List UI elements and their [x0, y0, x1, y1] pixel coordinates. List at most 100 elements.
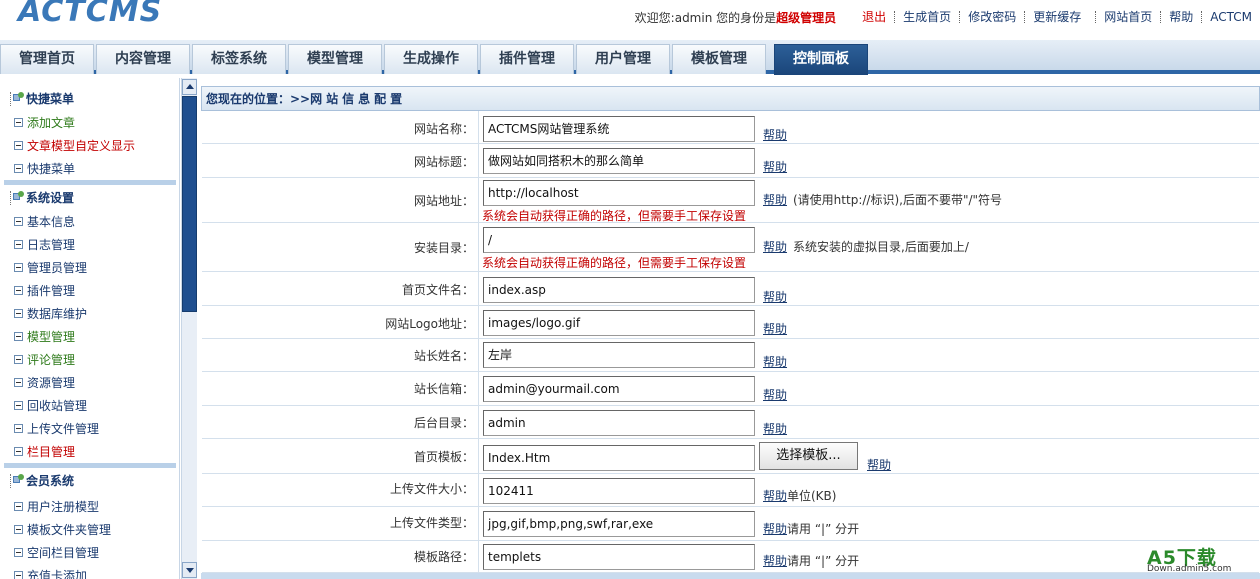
sidebar-item-admins[interactable]: 管理员管理: [14, 259, 87, 276]
change-password-link[interactable]: 修改密码: [959, 11, 1024, 23]
minus-box-icon: [14, 378, 23, 387]
help-link[interactable]: 帮助: [1160, 11, 1201, 23]
sidebar-item-resources[interactable]: 资源管理: [14, 374, 75, 391]
sidebar-item-recycle-bin[interactable]: 回收站管理: [14, 397, 87, 414]
sidebar-item-uploads[interactable]: 上传文件管理: [14, 420, 99, 437]
form-row-site-url: 网站地址： http://localhost 系统会自动获得正确的路径，但需要手…: [202, 178, 1259, 223]
sidebar-item-shortcut-menu[interactable]: 快捷菜单: [14, 160, 75, 177]
tab-tags[interactable]: 标签系统: [192, 44, 286, 74]
tab-content[interactable]: 内容管理: [96, 44, 190, 74]
help-link[interactable]: 帮助: [763, 191, 787, 208]
site-url-input[interactable]: http://localhost: [483, 180, 755, 206]
help-link[interactable]: 帮助: [763, 353, 787, 370]
minus-box-icon: [14, 217, 23, 226]
sidebar-item-recharge-card[interactable]: 充值卡添加: [14, 567, 87, 579]
sidebar-item-user-register-model[interactable]: 用户注册模型: [14, 498, 99, 515]
field-label: 站长信箱：: [413, 382, 474, 396]
form-row-install-dir: 安装目录： / 系统会自动获得正确的路径，但需要手工保存设置 帮助 系统安装的虚…: [202, 223, 1259, 272]
tree-folder-icon: [10, 91, 24, 106]
scroll-down-icon[interactable]: [182, 562, 197, 578]
field-label: 网站地址：: [413, 194, 474, 208]
help-link[interactable]: 帮助: [763, 320, 787, 337]
scrollbar-thumb[interactable]: [182, 96, 197, 312]
actcms-link[interactable]: ACTCM: [1201, 11, 1260, 23]
site-name-input[interactable]: ACTCMS网站管理系统: [483, 116, 755, 142]
sidebar-scrollbar[interactable]: [181, 78, 197, 579]
top-bar: 欢迎您:admin 您的身份是超级管理员 退出 生成首页 修改密码 更新缓存 网…: [635, 9, 1260, 25]
minus-box-icon: [14, 141, 23, 150]
sidebar-item-template-folders[interactable]: 模板文件夹管理: [14, 521, 111, 538]
form-row-site-name: 网站名称： ACTCMS网站管理系统 帮助: [202, 111, 1259, 144]
scroll-up-icon[interactable]: [182, 79, 197, 95]
sidebar-item-basic-info[interactable]: 基本信息: [14, 213, 75, 230]
template-path-input[interactable]: templets: [483, 544, 755, 570]
tab-templates[interactable]: 模板管理: [672, 44, 766, 74]
field-label: 模板路径：: [413, 550, 474, 564]
header: ACTCMS 欢迎您:admin 您的身份是超级管理员 退出 生成首页 修改密码…: [0, 0, 1260, 40]
generate-home-link[interactable]: 生成首页: [894, 11, 959, 23]
webmaster-email-input[interactable]: admin@yourmail.com: [483, 376, 755, 402]
help-link[interactable]: 帮助: [763, 520, 787, 537]
minus-box-icon: [14, 332, 23, 341]
upload-types-input[interactable]: jpg,gif,bmp,png,swf,rar,exe: [483, 511, 755, 537]
help-link[interactable]: 帮助: [763, 158, 787, 175]
help-link[interactable]: 帮助: [763, 288, 787, 305]
auto-path-note: 系统会自动获得正确的路径，但需要手工保存设置: [482, 209, 747, 223]
sidebar-item-comments[interactable]: 评论管理: [14, 351, 75, 368]
sidebar-group-shortcuts[interactable]: 快捷菜单: [10, 90, 74, 107]
tab-models[interactable]: 模型管理: [288, 44, 382, 74]
tab-control-panel[interactable]: 控制面板: [774, 44, 868, 75]
minus-box-icon: [14, 424, 23, 433]
update-cache-link[interactable]: 更新缓存: [1024, 11, 1089, 23]
welcome-text: 欢迎您:admin 您的身份是超级管理员: [634, 10, 837, 25]
sidebar-item-plugins[interactable]: 插件管理: [14, 282, 75, 299]
sidebar-item-models[interactable]: 模型管理: [14, 328, 75, 345]
sidebar-group-system[interactable]: 系统设置: [10, 189, 74, 206]
upload-size-input[interactable]: 102411: [483, 478, 755, 504]
minus-box-icon: [14, 118, 23, 127]
field-label: 安装目录：: [413, 241, 474, 255]
logout-link[interactable]: 退出: [862, 11, 894, 23]
minus-box-icon: [14, 548, 23, 557]
minus-box-icon: [14, 447, 23, 456]
sidebar-item-database[interactable]: 数据库维护: [14, 305, 87, 322]
actcms-logo[interactable]: ACTCMS: [18, 0, 162, 29]
choose-template-button[interactable]: 选择模板...: [759, 442, 858, 470]
site-title-input[interactable]: 做网站如同搭积木的那么简单: [483, 148, 755, 174]
admin-dir-input[interactable]: admin: [483, 410, 755, 436]
site-home-link[interactable]: 网站首页: [1095, 11, 1160, 23]
help-link[interactable]: 帮助: [763, 386, 787, 403]
help-link[interactable]: 帮助: [763, 420, 787, 437]
sidebar-group-members[interactable]: 会员系统: [10, 472, 74, 489]
form-row-home-template: 首页模板： Index.Htm 选择模板... 帮助: [202, 439, 1259, 474]
sidebar-item-article-model-display[interactable]: 文章模型自定义显示: [14, 137, 135, 154]
home-filename-input[interactable]: index.asp: [483, 277, 755, 303]
tab-users[interactable]: 用户管理: [576, 44, 670, 74]
field-label: 首页文件名：: [401, 283, 474, 297]
help-link[interactable]: 帮助: [763, 126, 787, 143]
help-link[interactable]: 帮助: [763, 552, 787, 569]
sidebar-item-space-columns[interactable]: 空间栏目管理: [14, 544, 99, 561]
minus-box-icon: [14, 240, 23, 249]
sidebar-item-logs[interactable]: 日志管理: [14, 236, 75, 253]
field-label: 站长姓名：: [413, 349, 474, 363]
template-path-hint: 请用 “|” 分开: [787, 554, 860, 568]
help-link[interactable]: 帮助: [763, 238, 787, 255]
tab-generate[interactable]: 生成操作: [384, 44, 478, 74]
install-dir-input[interactable]: /: [483, 227, 755, 253]
tab-admin-home[interactable]: 管理首页: [0, 44, 94, 74]
home-template-input[interactable]: Index.Htm: [483, 445, 755, 471]
minus-box-icon: [14, 401, 23, 410]
logo-url-input[interactable]: images/logo.gif: [483, 310, 755, 336]
webmaster-name-input[interactable]: 左岸: [483, 342, 755, 368]
minus-box-icon: [14, 525, 23, 534]
sidebar-item-add-article[interactable]: 添加文章: [14, 114, 75, 131]
sidebar-item-columns[interactable]: 栏目管理: [14, 443, 75, 460]
help-link[interactable]: 帮助: [763, 487, 787, 504]
form-row-admin-dir: 后台目录： admin 帮助: [202, 406, 1259, 439]
sidebar-separator: [4, 180, 176, 185]
upload-size-hint: 单位(KB): [787, 489, 837, 503]
tab-plugins[interactable]: 插件管理: [480, 44, 574, 74]
field-label: 上传文件类型：: [389, 516, 474, 530]
help-link[interactable]: 帮助: [867, 456, 891, 473]
